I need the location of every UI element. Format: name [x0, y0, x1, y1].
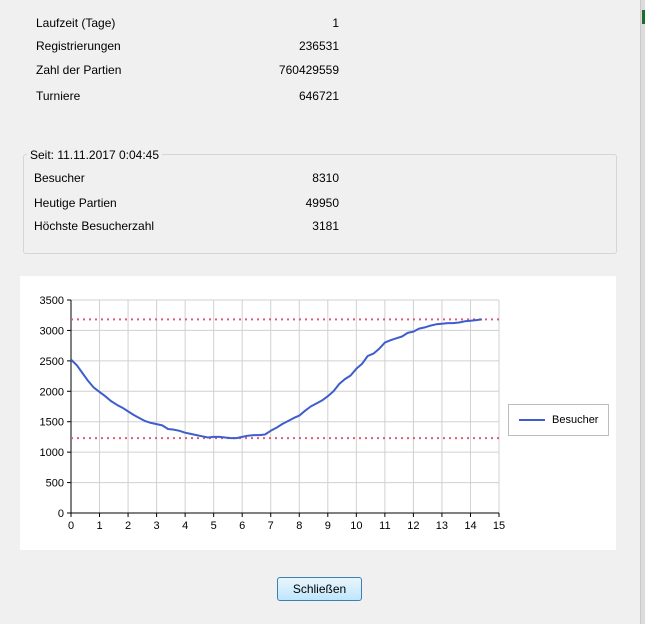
x-tick-label: 0 [68, 520, 74, 532]
stat-label: Zahl der Partien [36, 63, 122, 77]
x-tick-label: 13 [436, 520, 448, 532]
x-tick-label: 9 [325, 520, 331, 532]
chart-legend: Besucher [508, 404, 609, 436]
y-tick-label: 500 [46, 478, 64, 490]
x-tick-label: 8 [296, 520, 302, 532]
y-tick-label: 1000 [40, 447, 64, 459]
x-tick-label: 3 [154, 520, 160, 532]
x-tick-label: 10 [350, 520, 362, 532]
window-border [640, 0, 645, 624]
stat-row-runtime: Laufzeit (Tage) 1 [36, 15, 339, 31]
stat-label: Registrierungen [36, 39, 121, 53]
y-tick-label: 2000 [40, 386, 64, 398]
stat-value: 760429559 [278, 63, 339, 77]
group-row-visitors: Besucher 8310 [34, 170, 339, 186]
y-tick-label: 0 [58, 508, 64, 520]
x-tick-label: 4 [182, 520, 188, 532]
y-tick-label: 2500 [40, 356, 64, 368]
y-tick-label: 3500 [40, 295, 64, 307]
x-tick-label: 14 [464, 520, 476, 532]
group-label: Heutige Partien [34, 196, 117, 210]
group-label: Höchste Besucherzahl [34, 219, 155, 233]
group-value: 8310 [312, 171, 339, 185]
x-tick-label: 11 [379, 520, 390, 532]
stat-row-games: Zahl der Partien 760429559 [36, 62, 339, 78]
legend-swatch [519, 419, 545, 421]
group-row-peak: Höchste Besucherzahl 3181 [34, 218, 339, 234]
x-tick-label: 6 [239, 520, 245, 532]
y-tick-label: 3000 [40, 325, 64, 337]
group-value: 3181 [312, 219, 339, 233]
legend-label: Besucher [552, 414, 599, 426]
visitor-chart: 0 1 2 3 4 5 6 7 8 9 10 11 12 13 14 15 0 500 1000 1500 2000 25… [20, 276, 616, 550]
x-tick-label: 1 [96, 520, 102, 532]
group-row-games-today: Heutige Partien 49950 [34, 195, 339, 211]
statistics-dialog: Laufzeit (Tage) 1 Registrierungen 236531… [0, 0, 645, 624]
stat-value: 236531 [298, 39, 339, 53]
y-tick-label: 1500 [40, 417, 64, 429]
group-value: 49950 [305, 196, 339, 210]
x-tick-label: 2 [125, 520, 131, 532]
x-tick-label: 12 [407, 520, 419, 532]
stat-value: 1 [332, 16, 339, 30]
x-tick-label: 15 [493, 520, 505, 532]
stat-label: Turniere [36, 89, 81, 103]
group-label: Besucher [34, 171, 85, 185]
x-tick-label: 7 [268, 520, 274, 532]
close-button[interactable]: Schließen [277, 577, 362, 601]
stat-value: 646721 [298, 89, 339, 103]
stat-row-registrations: Registrierungen 236531 [36, 38, 339, 54]
groupbox-title: Seit: 11.11.2017 0:04:45 [27, 147, 162, 163]
stat-label: Laufzeit (Tage) [36, 16, 116, 30]
stat-row-tournaments: Turniere 646721 [36, 88, 339, 104]
x-tick-label: 5 [211, 520, 217, 532]
series-line-besucher [70, 318, 483, 440]
